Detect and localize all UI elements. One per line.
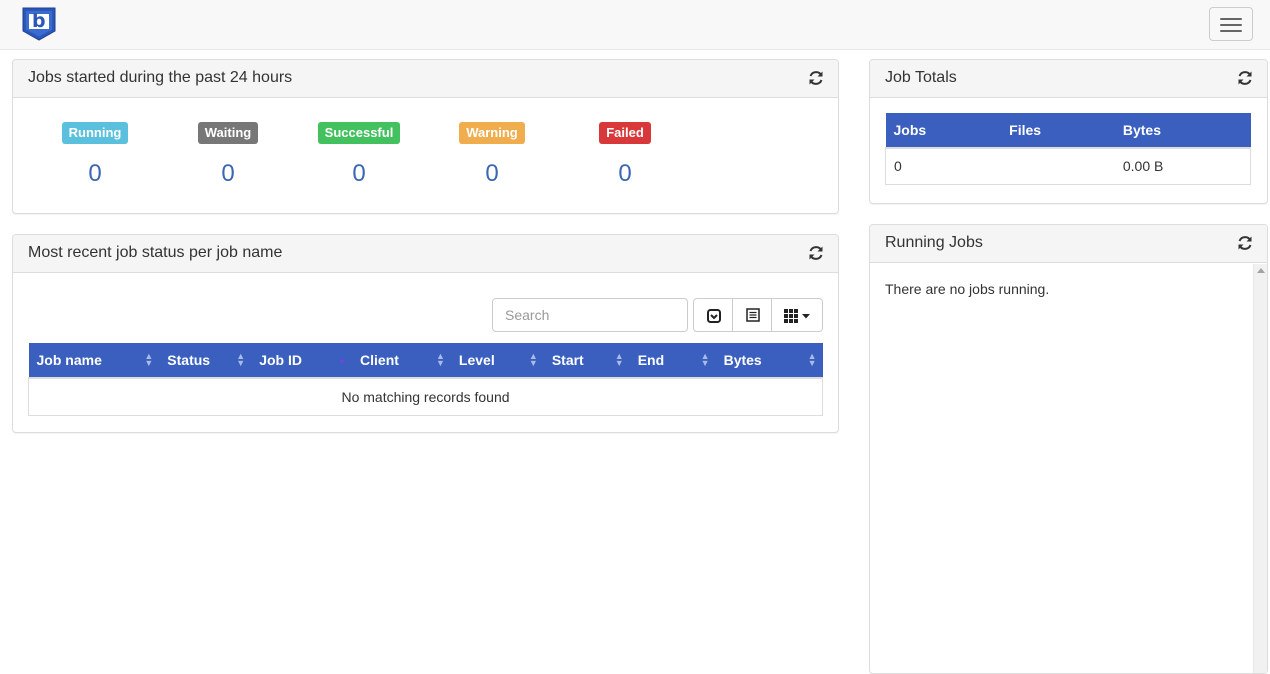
table-row: 0 0.00 B [885, 148, 1251, 185]
successful-count[interactable]: 0 [309, 160, 409, 188]
failed-count[interactable]: 0 [579, 160, 671, 188]
column-label: Client [360, 352, 399, 368]
scroll-up-arrow-icon[interactable] [1257, 268, 1265, 273]
refresh-icon[interactable] [1236, 69, 1254, 87]
jobs-total-cell: 0 [885, 148, 1002, 185]
columns-dropdown-button[interactable] [771, 298, 823, 332]
toggle-view-button[interactable] [693, 298, 733, 332]
job-totals-table: Jobs Files Bytes 0 0.00 B [885, 113, 1251, 185]
successful-badge[interactable]: Successful [317, 122, 401, 144]
column-header-start[interactable]: Start ▲ ▼ [543, 343, 630, 379]
column-label: End [637, 352, 665, 368]
panel-heading: Job Totals [870, 60, 1267, 98]
column-header-job-id[interactable]: Job ID ▼ [251, 343, 353, 379]
table-toolbar [693, 298, 823, 332]
files-total-cell [1001, 148, 1115, 185]
refresh-icon[interactable] [807, 69, 825, 87]
brand-logo[interactable]: b [21, 6, 57, 42]
caret-down-icon [802, 314, 810, 319]
panel-heading: Most recent job status per job name [13, 235, 838, 273]
job-status-table: Job name ▲ ▼ Status ▲ ▼ Job ID ▼ Client ▲ ▼… [28, 343, 823, 416]
column-label: Bytes [723, 352, 762, 368]
column-header-jobs: Jobs [885, 113, 1002, 149]
list-view-icon [746, 308, 760, 322]
waiting-count[interactable]: 0 [182, 160, 274, 188]
sort-icon: ▲ ▼ [807, 351, 817, 368]
column-label: Job ID [259, 352, 302, 368]
list-view-button[interactable] [732, 298, 772, 332]
sort-icon: ▲ ▼ [614, 351, 624, 368]
stat-waiting: Waiting 0 [182, 122, 274, 187]
column-header-files: Files [1001, 113, 1115, 149]
top-navbar: b [0, 0, 1270, 50]
logo-letter: b [32, 10, 46, 32]
refresh-icon[interactable] [807, 244, 825, 262]
running-jobs-panel: Running Jobs There are no jobs running. [869, 224, 1268, 674]
panel-scrollbar[interactable] [1253, 264, 1267, 673]
toggle-icon [707, 309, 721, 323]
sort-icon: ▲ ▼ [144, 351, 154, 368]
column-label: Job name [36, 352, 102, 368]
running-count[interactable]: 0 [49, 160, 141, 188]
column-label: Status [167, 352, 211, 368]
column-header-bytes[interactable]: Bytes ▲ ▼ [715, 343, 823, 379]
stat-failed: Failed 0 [579, 122, 671, 187]
column-header-level[interactable]: Level ▲ ▼ [450, 343, 544, 379]
sort-icon: ▲ ▼ [236, 351, 246, 368]
recent-status-panel: Most recent job status per job name Sear… [12, 234, 839, 433]
column-label: Level [458, 352, 495, 368]
sort-icon: ▲ ▼ [528, 351, 538, 368]
column-header-bytes: Bytes [1114, 113, 1251, 149]
running-badge[interactable]: Running [61, 122, 129, 144]
hamburger-menu-button[interactable] [1209, 7, 1253, 41]
panel-title: Job Totals [885, 69, 957, 86]
sort-icon: ▲ ▼ [436, 351, 445, 368]
sort-icon: ▲ ▼ [700, 351, 710, 368]
failed-badge[interactable]: Failed [599, 122, 651, 144]
panel-title: Running Jobs [885, 234, 983, 251]
column-label: Start [551, 352, 584, 368]
table-row-empty: No matching records found [28, 378, 823, 416]
stat-warning: Warning 0 [446, 122, 538, 187]
waiting-badge[interactable]: Waiting [197, 122, 259, 144]
table-header-row: Jobs Files Bytes [885, 113, 1251, 149]
warning-badge[interactable]: Warning [459, 122, 525, 144]
panel-heading: Jobs started during the past 24 hours [13, 60, 838, 98]
table-header-row: Job name ▲ ▼ Status ▲ ▼ Job ID ▼ Client ▲ ▼… [28, 343, 823, 379]
running-jobs-message: There are no jobs running. [885, 281, 1050, 297]
column-header-status[interactable]: Status ▲ ▼ [159, 343, 252, 379]
warning-count[interactable]: 0 [446, 160, 538, 188]
stat-successful: Successful 0 [309, 122, 409, 187]
sort-desc-icon: ▼ [338, 357, 347, 366]
search-input[interactable] [492, 298, 688, 332]
job-totals-panel: Job Totals Jobs Files Bytes 0 0.00 B [869, 59, 1268, 204]
panel-title: Jobs started during the past 24 hours [28, 69, 293, 86]
bytes-total-cell: 0.00 B [1114, 148, 1251, 185]
column-header-client[interactable]: Client ▲ ▼ [352, 343, 451, 379]
stat-running: Running 0 [49, 122, 141, 187]
empty-message: No matching records found [28, 378, 823, 416]
panel-title: Most recent job status per job name [28, 244, 283, 261]
column-header-job-name[interactable]: Job name ▲ ▼ [28, 343, 160, 379]
columns-grid-icon [784, 309, 798, 323]
jobs-24h-panel: Jobs started during the past 24 hours Ru… [12, 59, 839, 214]
column-header-end[interactable]: End ▲ ▼ [629, 343, 716, 379]
refresh-icon[interactable] [1236, 234, 1254, 252]
panel-heading: Running Jobs [870, 225, 1267, 263]
